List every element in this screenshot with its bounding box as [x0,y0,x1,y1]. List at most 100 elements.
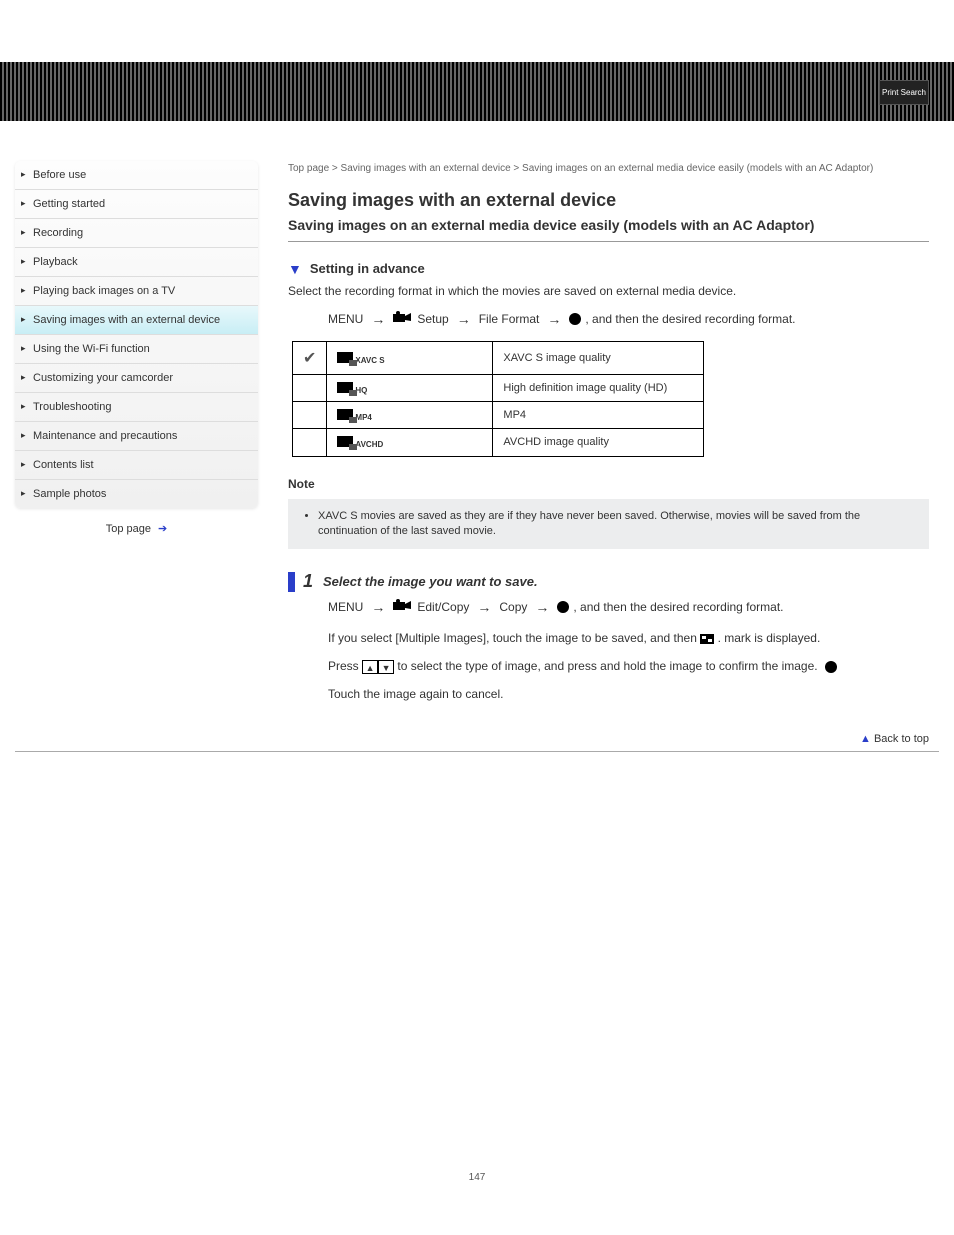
page-number: 147 [0,1172,954,1213]
triangle-down-icon: ▼ [288,261,302,277]
sidebar-item-troubleshooting[interactable]: Troubleshooting [15,393,258,422]
section-para: Select the recording format in which the… [288,282,929,300]
filmstrip-icon [337,409,353,420]
arrow-icon: → [535,599,549,615]
sidebar-item-saving-external[interactable]: Saving images with an external device [15,306,258,335]
menu-label: File Format [479,312,540,326]
menu-label: , and then the desired recording format. [585,312,795,326]
check-cell [293,402,327,429]
print-search-badge[interactable]: Print Search [879,80,929,105]
sidebar-item-label: Maintenance and precautions [33,430,177,442]
check-cell: ✔ [293,342,327,375]
top-page-label: Top page [106,523,151,535]
page-title: Saving images with an external device [288,190,929,211]
sidebar-item-wifi[interactable]: Using the Wi-Fi function [15,335,258,364]
footer-divider [15,751,939,752]
down-button-icon: ▼ [378,660,394,674]
note-box: XAVC S movies are saved as they are if t… [288,499,929,550]
step-text: Select the image you want to save. [323,574,538,589]
section-title-text: Setting in advance [310,261,425,276]
sidebar-item-before-use[interactable]: Before use [15,161,258,190]
header-band: Print Search [0,54,954,121]
table-row: MP4 MP4 [293,402,704,429]
format-sub: MP4 [355,413,371,422]
sidebar-item-playback[interactable]: Playback [15,248,258,277]
menu-label: Setup [417,312,448,326]
sidebar-item-getting-started[interactable]: Getting started [15,190,258,219]
format-cell: XAVC S [327,342,493,375]
sidebar-list: Before use Getting started Recording Pla… [15,161,258,508]
format-options-table: ✔ XAVC S XAVC S image quality HQ High de… [292,341,704,457]
sidebar-item-recording[interactable]: Recording [15,219,258,248]
sidebar-item-sample-photos[interactable]: Sample photos [15,480,258,508]
breadcrumb: Top page > Saving images with an externa… [288,161,929,176]
format-desc: High definition image quality (HD) [493,375,704,402]
check-cell [293,429,327,456]
format-cell: AVCHD [327,429,493,456]
step-para-text: Press [328,659,359,673]
step-para: Touch the image again to cancel. [328,685,929,703]
format-cell: HQ [327,375,493,402]
arrow-icon: → [371,599,385,615]
menu-path-copy: MENU → Edit/Copy → Copy → , and then the… [328,598,929,615]
camcorder-icon [393,598,413,615]
record-dot-icon [557,601,569,613]
up-button-icon: ▲ [362,660,378,674]
filmstrip-icon [337,436,353,447]
sidebar-item-label: Playing back images on a TV [33,285,175,297]
sidebar-item-contents-list[interactable]: Contents list [15,451,258,480]
menu-label: Edit/Copy [417,600,469,614]
sidebar-item-label: Playback [33,256,78,268]
sidebar-item-label: Sample photos [33,488,106,500]
record-dot-icon [825,661,837,673]
sidebar-item-label: Customizing your camcorder [33,372,173,384]
triangle-up-icon: ▲ [860,733,871,745]
main-content: Top page > Saving images with an externa… [288,161,939,745]
table-row: HQ High definition image quality (HD) [293,375,704,402]
top-page-link[interactable]: Top page ➔ [15,522,258,535]
format-desc: XAVC S image quality [493,342,704,375]
sidebar-item-label: Getting started [33,198,105,210]
back-to-top-link[interactable]: ▲ Back to top [288,733,929,745]
step-bar-icon [288,572,295,592]
menu-label: , and then the desired recording format. [573,600,783,614]
step-para: Press ▲▼ to select the type of image, an… [328,657,929,675]
format-desc: AVCHD image quality [493,429,704,456]
record-dot-icon [569,313,581,325]
menu-label: MENU [328,312,363,326]
step-para-text: If you select [Multiple Images], touch t… [328,631,697,645]
filmstrip-icon [337,382,353,393]
sidebar-item-label: Recording [33,227,83,239]
step-para: If you select [Multiple Images], touch t… [328,629,929,647]
camcorder-icon [393,310,413,327]
mosaic-icon [700,634,714,644]
step-number: 1 [303,571,313,592]
arrow-right-icon: ➔ [158,523,167,535]
note-text: XAVC S movies are saved as they are if t… [318,509,911,540]
sidebar: Before use Getting started Recording Pla… [15,161,258,745]
menu-label: MENU [328,600,363,614]
note-title: Note [288,477,929,491]
format-desc: MP4 [493,402,704,429]
checkmark-icon: ✔ [303,350,316,367]
menu-label: Copy [499,600,527,614]
table-row: ✔ XAVC S XAVC S image quality [293,342,704,375]
sidebar-item-label: Contents list [33,459,94,471]
section-setting-in-advance: ▼ Setting in advance [288,260,929,276]
arrow-icon: → [477,599,491,615]
arrow-icon: → [457,311,471,327]
format-sub: XAVC S [355,356,384,365]
step-1: 1 Select the image you want to save. [288,571,929,592]
divider [288,241,929,242]
sidebar-item-customizing[interactable]: Customizing your camcorder [15,364,258,393]
sidebar-item-maintenance[interactable]: Maintenance and precautions [15,422,258,451]
sidebar-item-playing-tv[interactable]: Playing back images on a TV [15,277,258,306]
arrow-icon: → [547,311,561,327]
sidebar-item-label: Using the Wi-Fi function [33,343,150,355]
format-sub: AVCHD [355,441,383,450]
filmstrip-icon [337,352,353,363]
check-cell [293,375,327,402]
table-row: AVCHD AVCHD image quality [293,429,704,456]
arrow-icon: → [371,311,385,327]
step-para-text: to select the type of image, and press a… [397,659,817,673]
